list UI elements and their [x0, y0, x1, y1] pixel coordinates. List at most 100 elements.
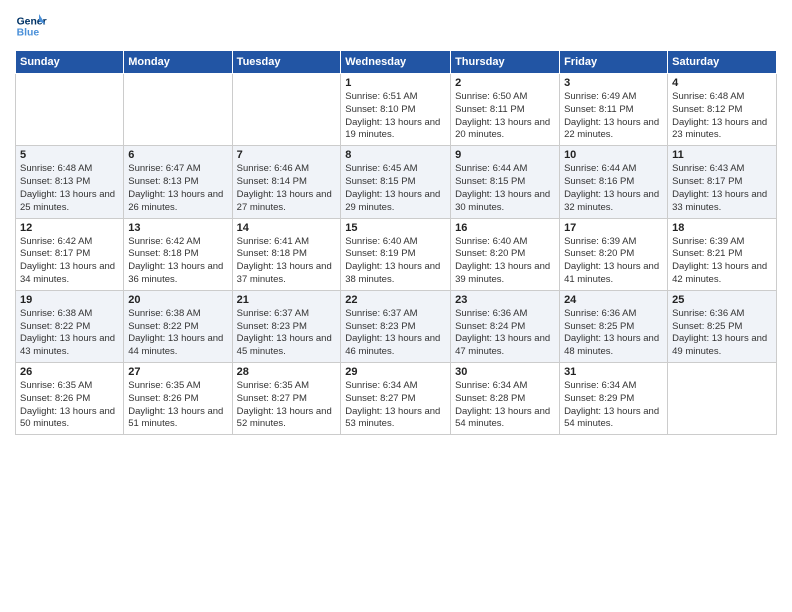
day-number: 2 [455, 77, 555, 89]
day-number: 26 [20, 366, 119, 378]
day-info: Sunrise: 6:42 AM Sunset: 8:18 PM Dayligh… [128, 236, 227, 287]
day-cell-16: 16 Sunrise: 6:40 AM Sunset: 8:20 PM Dayli… [451, 218, 560, 290]
day-number: 18 [672, 222, 772, 234]
day-number: 13 [128, 222, 227, 234]
day-cell-28: 28 Sunrise: 6:35 AM Sunset: 8:27 PM Dayli… [232, 363, 341, 435]
day-info: Sunrise: 6:39 AM Sunset: 8:21 PM Dayligh… [672, 236, 772, 287]
day-cell-26: 26 Sunrise: 6:35 AM Sunset: 8:26 PM Dayli… [16, 363, 124, 435]
day-info: Sunrise: 6:36 AM Sunset: 8:24 PM Dayligh… [455, 308, 555, 359]
day-cell-8: 8 Sunrise: 6:45 AM Sunset: 8:15 PM Daylig… [341, 146, 451, 218]
day-number: 4 [672, 77, 772, 89]
day-info: Sunrise: 6:49 AM Sunset: 8:11 PM Dayligh… [564, 91, 663, 142]
day-info: Sunrise: 6:37 AM Sunset: 8:23 PM Dayligh… [345, 308, 446, 359]
empty-cell [232, 74, 341, 146]
day-info: Sunrise: 6:51 AM Sunset: 8:10 PM Dayligh… [345, 91, 446, 142]
day-cell-3: 3 Sunrise: 6:49 AM Sunset: 8:11 PM Daylig… [560, 74, 668, 146]
day-info: Sunrise: 6:34 AM Sunset: 8:29 PM Dayligh… [564, 380, 663, 431]
day-number: 31 [564, 366, 663, 378]
day-info: Sunrise: 6:35 AM Sunset: 8:27 PM Dayligh… [237, 380, 337, 431]
empty-cell [124, 74, 232, 146]
day-number: 17 [564, 222, 663, 234]
logo-icon: General Blue [15, 10, 47, 42]
week-row-2: 5 Sunrise: 6:48 AM Sunset: 8:13 PM Daylig… [16, 146, 777, 218]
svg-text:Blue: Blue [17, 28, 40, 39]
week-row-3: 12 Sunrise: 6:42 AM Sunset: 8:17 PM Dayli… [16, 218, 777, 290]
page: General Blue SundayMondayTuesdayWednesda… [0, 0, 792, 612]
week-row-1: 1 Sunrise: 6:51 AM Sunset: 8:10 PM Daylig… [16, 74, 777, 146]
day-info: Sunrise: 6:41 AM Sunset: 8:18 PM Dayligh… [237, 236, 337, 287]
day-info: Sunrise: 6:47 AM Sunset: 8:13 PM Dayligh… [128, 163, 227, 214]
day-number: 11 [672, 149, 772, 161]
calendar-header-row: SundayMondayTuesdayWednesdayThursdayFrid… [16, 51, 777, 74]
day-cell-5: 5 Sunrise: 6:48 AM Sunset: 8:13 PM Daylig… [16, 146, 124, 218]
day-cell-17: 17 Sunrise: 6:39 AM Sunset: 8:20 PM Dayli… [560, 218, 668, 290]
day-info: Sunrise: 6:45 AM Sunset: 8:15 PM Dayligh… [345, 163, 446, 214]
day-cell-7: 7Sunrise: 6:46 AM Sunset: 8:14 PM Daylig… [232, 146, 341, 218]
day-number: 9 [455, 149, 555, 161]
day-cell-18: 18 Sunrise: 6:39 AM Sunset: 8:21 PM Dayli… [668, 218, 777, 290]
day-info: Sunrise: 6:42 AM Sunset: 8:17 PM Dayligh… [20, 236, 119, 287]
day-cell-23: 23Sunrise: 6:36 AM Sunset: 8:24 PM Dayli… [451, 290, 560, 362]
day-info: Sunrise: 6:50 AM Sunset: 8:11 PM Dayligh… [455, 91, 555, 142]
day-number: 21 [237, 294, 337, 306]
day-cell-6: 6 Sunrise: 6:47 AM Sunset: 8:13 PM Daylig… [124, 146, 232, 218]
day-cell-2: 2 Sunrise: 6:50 AM Sunset: 8:11 PM Daylig… [451, 74, 560, 146]
day-cell-13: 13 Sunrise: 6:42 AM Sunset: 8:18 PM Dayli… [124, 218, 232, 290]
day-info: Sunrise: 6:35 AM Sunset: 8:26 PM Dayligh… [128, 380, 227, 431]
day-number: 16 [455, 222, 555, 234]
day-info: Sunrise: 6:40 AM Sunset: 8:19 PM Dayligh… [345, 236, 446, 287]
day-number: 5 [20, 149, 119, 161]
day-number: 3 [564, 77, 663, 89]
day-cell-20: 20Sunrise: 6:38 AM Sunset: 8:22 PM Dayli… [124, 290, 232, 362]
day-number: 10 [564, 149, 663, 161]
day-number: 6 [128, 149, 227, 161]
col-header-saturday: Saturday [668, 51, 777, 74]
day-number: 14 [237, 222, 337, 234]
day-info: Sunrise: 6:44 AM Sunset: 8:15 PM Dayligh… [455, 163, 555, 214]
col-header-friday: Friday [560, 51, 668, 74]
day-number: 15 [345, 222, 446, 234]
day-number: 12 [20, 222, 119, 234]
day-info: Sunrise: 6:34 AM Sunset: 8:28 PM Dayligh… [455, 380, 555, 431]
day-info: Sunrise: 6:43 AM Sunset: 8:17 PM Dayligh… [672, 163, 772, 214]
day-cell-4: 4Sunrise: 6:48 AM Sunset: 8:12 PM Daylig… [668, 74, 777, 146]
col-header-sunday: Sunday [16, 51, 124, 74]
day-info: Sunrise: 6:46 AM Sunset: 8:14 PM Dayligh… [237, 163, 337, 214]
day-number: 28 [237, 366, 337, 378]
day-number: 25 [672, 294, 772, 306]
day-info: Sunrise: 6:34 AM Sunset: 8:27 PM Dayligh… [345, 380, 446, 431]
day-cell-30: 30 Sunrise: 6:34 AM Sunset: 8:28 PM Dayli… [451, 363, 560, 435]
day-info: Sunrise: 6:39 AM Sunset: 8:20 PM Dayligh… [564, 236, 663, 287]
col-header-wednesday: Wednesday [341, 51, 451, 74]
week-row-4: 19Sunrise: 6:38 AM Sunset: 8:22 PM Dayli… [16, 290, 777, 362]
day-cell-27: 27 Sunrise: 6:35 AM Sunset: 8:26 PM Dayli… [124, 363, 232, 435]
day-info: Sunrise: 6:36 AM Sunset: 8:25 PM Dayligh… [564, 308, 663, 359]
logo: General Blue [15, 10, 51, 42]
day-cell-14: 14 Sunrise: 6:41 AM Sunset: 8:18 PM Dayli… [232, 218, 341, 290]
day-number: 8 [345, 149, 446, 161]
calendar-table: SundayMondayTuesdayWednesdayThursdayFrid… [15, 50, 777, 435]
day-cell-31: 31 Sunrise: 6:34 AM Sunset: 8:29 PM Dayli… [560, 363, 668, 435]
header: General Blue [15, 10, 777, 42]
day-info: Sunrise: 6:38 AM Sunset: 8:22 PM Dayligh… [20, 308, 119, 359]
empty-cell [668, 363, 777, 435]
day-cell-29: 29 Sunrise: 6:34 AM Sunset: 8:27 PM Dayli… [341, 363, 451, 435]
day-cell-24: 24 Sunrise: 6:36 AM Sunset: 8:25 PM Dayli… [560, 290, 668, 362]
day-cell-9: 9 Sunrise: 6:44 AM Sunset: 8:15 PM Daylig… [451, 146, 560, 218]
day-info: Sunrise: 6:40 AM Sunset: 8:20 PM Dayligh… [455, 236, 555, 287]
day-number: 1 [345, 77, 446, 89]
day-info: Sunrise: 6:44 AM Sunset: 8:16 PM Dayligh… [564, 163, 663, 214]
day-cell-22: 22Sunrise: 6:37 AM Sunset: 8:23 PM Dayli… [341, 290, 451, 362]
day-number: 30 [455, 366, 555, 378]
day-cell-11: 11 Sunrise: 6:43 AM Sunset: 8:17 PM Dayli… [668, 146, 777, 218]
day-number: 29 [345, 366, 446, 378]
day-info: Sunrise: 6:37 AM Sunset: 8:23 PM Dayligh… [237, 308, 337, 359]
day-number: 24 [564, 294, 663, 306]
day-cell-15: 15 Sunrise: 6:40 AM Sunset: 8:19 PM Dayli… [341, 218, 451, 290]
day-number: 20 [128, 294, 227, 306]
day-info: Sunrise: 6:35 AM Sunset: 8:26 PM Dayligh… [20, 380, 119, 431]
day-info: Sunrise: 6:48 AM Sunset: 8:13 PM Dayligh… [20, 163, 119, 214]
col-header-tuesday: Tuesday [232, 51, 341, 74]
week-row-5: 26 Sunrise: 6:35 AM Sunset: 8:26 PM Dayli… [16, 363, 777, 435]
day-number: 27 [128, 366, 227, 378]
